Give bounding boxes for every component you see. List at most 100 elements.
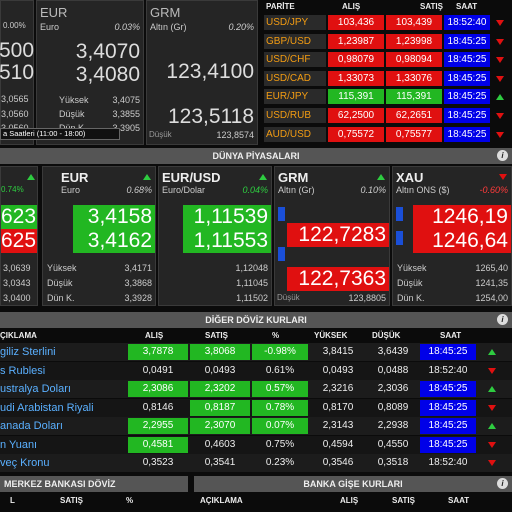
side-letter-a-icon xyxy=(396,207,403,221)
time-value: 18:45:25 xyxy=(444,89,490,105)
tile-grm[interactable]: GRM Altın (Gr) 0.20% 123,4100 123,5118 D… xyxy=(146,0,258,145)
trend-up-icon xyxy=(496,94,504,101)
buy-value: 0,75572 xyxy=(328,126,384,142)
time-value: 18:52:40 xyxy=(428,364,468,376)
low-value: 123,8805 xyxy=(348,293,386,303)
sell-value: 0,4603 xyxy=(204,438,236,450)
parite-row[interactable]: USD/JPY 103,436 103,439 18:52:40 xyxy=(262,14,512,31)
sell-value: 103,439 xyxy=(386,15,442,30)
trend-down-icon xyxy=(496,57,504,64)
sell-value: 3,4080 xyxy=(75,63,140,86)
parite-row[interactable]: USD/RUB 62,2500 62,2651 18:45:25 xyxy=(262,107,512,124)
diger-col-headers: ÇIKLAMA ALIŞ SATIŞ % YÜKSEK DÜŞÜK SAAT xyxy=(0,329,512,342)
high-value: 1265,40 xyxy=(475,263,508,273)
trend-up-icon xyxy=(27,174,35,180)
parite-table: PARİTE ALIŞ SATIŞ SAAT USD/JPY 103,436 103… xyxy=(262,0,512,145)
market-hours-note: a Saatleri (11:00 - 18:00) xyxy=(0,128,120,140)
trend-down-icon xyxy=(488,460,496,466)
currency-name: ustralya Doları xyxy=(0,383,71,395)
trend-down-icon xyxy=(488,367,496,374)
section-title: BANKA GİŞE KURLARI xyxy=(303,479,403,489)
sell-value: 1,23998 xyxy=(386,33,442,49)
low-value: 3,0560 xyxy=(1,109,29,119)
tile-grm-world[interactable]: GRM Altın (Gr) 0.10% 122,7283 122,7363 D… xyxy=(274,166,390,306)
time-value: 18:45:25 xyxy=(444,126,490,142)
table-row[interactable]: ustralya Doları 2,3086 2,3202 0.57% 2,3216 2,… xyxy=(0,380,512,398)
banka-header-bar: BANKA GİŞE KURLARI i xyxy=(194,476,512,492)
tile-code: EUR xyxy=(61,170,89,185)
buy-value: 62,2500 xyxy=(328,108,384,123)
parite-row[interactable]: USD/CHF 0,98079 0,98094 18:45:25 xyxy=(262,51,512,68)
pair-name: USD/CAD xyxy=(264,70,326,86)
col-header-time: SAAT xyxy=(440,331,462,340)
pct-value: 0.75% xyxy=(265,438,295,450)
col-header-l: L xyxy=(10,496,15,505)
sell-value: 3,8068 xyxy=(190,344,250,360)
pair-name: USD/JPY xyxy=(264,15,326,30)
buy-value: 2,2955 xyxy=(128,418,188,434)
time-value: 18:45:25 xyxy=(444,33,490,49)
diger-header-bar: DİĞER DÖVİZ KURLARI i xyxy=(0,312,512,328)
low-value: 2,3036 xyxy=(377,383,409,394)
tile-name: Euro/Dolar xyxy=(162,185,206,195)
buy-value: 2,3086 xyxy=(128,381,188,397)
low-label: Düşük xyxy=(59,109,85,119)
tile-eurusd[interactable]: EUR/USD Euro/Dolar 0.04% 1,11539 1,11553… xyxy=(158,166,272,306)
table-row[interactable]: udi Arabistan Riyali 0,8146 0,8187 0.78% 0,8… xyxy=(0,398,512,417)
table-row[interactable]: anada Doları 2,2955 2,3070 0.07% 2,3143 2,293… xyxy=(0,417,512,435)
tile-code: EUR/USD xyxy=(162,170,221,185)
table-row[interactable]: veç Kronu 0,3523 0,3541 0.23% 0,3546 0,3518 18… xyxy=(0,454,512,472)
info-icon[interactable]: i xyxy=(497,478,508,489)
trend-down-icon xyxy=(496,20,504,26)
close-value: 3,0400 xyxy=(3,293,31,303)
tile-usd-partial[interactable]: 0.00% 500 510 3,0565 3,0560 3,0560 xyxy=(0,0,34,145)
table-row[interactable]: n Yuanı 0,4581 0,4603 0.75% 0,4594 0,4550 18:4… xyxy=(0,435,512,454)
col-header-sell: SATIŞ xyxy=(205,331,228,340)
trend-down-icon xyxy=(496,38,504,45)
col-header-low: DÜŞÜK xyxy=(372,331,401,340)
table-row[interactable]: giliz Sterlini 3,7878 3,8068 -0.98% 3,8415 3,… xyxy=(0,343,512,361)
col-header-pct: % xyxy=(272,331,280,340)
col-header-desc: ÇIKLAMA xyxy=(0,331,37,340)
buy-value: 3,4158 xyxy=(73,205,155,229)
tile-eur-world[interactable]: EUR Euro 0.68% 3,4158 3,4162 Yüksek 3,41… xyxy=(42,166,156,306)
tile-xau[interactable]: XAU Altın ONS ($) -0.60% 1246,19 1246,64… xyxy=(392,166,512,306)
high-value: 1,12048 xyxy=(235,263,268,273)
buy-value: 0,98079 xyxy=(328,52,384,68)
trend-down-icon xyxy=(488,441,496,448)
low-label: Düşük xyxy=(397,278,423,288)
info-icon[interactable]: i xyxy=(497,150,508,161)
tile-name: Altın ONS ($) xyxy=(396,185,450,195)
sell-value: 3,4162 xyxy=(73,229,155,253)
tile-eur[interactable]: EUR Euro 0.03% 3,4070 3,4080 Yüksek 3,40… xyxy=(36,0,144,145)
pct-value: 0.57% xyxy=(252,381,308,397)
buy-value: 0,3523 xyxy=(142,457,174,468)
table-row[interactable]: s Rublesi 0,0491 0,0493 0.61% 0,0493 0,0488 18… xyxy=(0,361,512,380)
parite-row[interactable]: GBP/USD 1,23987 1,23998 18:45:25 xyxy=(262,33,512,50)
pct-value: -0.98% xyxy=(252,344,308,360)
info-icon[interactable]: i xyxy=(497,314,508,325)
parite-row[interactable]: USD/CAD 1,33073 1,33076 18:45:25 xyxy=(262,70,512,87)
high-value: 0,4594 xyxy=(322,438,354,450)
tile-partial[interactable]: 0.74% 623 625 3,0639 3,0343 3,0400 xyxy=(0,166,38,306)
pair-name: AUD/USD xyxy=(264,126,326,142)
sell-value: 122,7363 xyxy=(287,267,389,291)
tile-code: GRM xyxy=(150,5,181,20)
close-value: 1254,00 xyxy=(475,293,508,303)
buy-value: 1,33073 xyxy=(328,70,384,86)
tile-name: Altın (Gr) xyxy=(150,22,187,32)
parite-row[interactable]: EUR/JPY 115,391 115,391 18:45:25 xyxy=(262,88,512,105)
close-label: Dün K. xyxy=(47,293,75,303)
buy-value: 0,4581 xyxy=(128,436,188,453)
high-value: 0,8170 xyxy=(322,401,354,413)
currency-name: n Yuanı xyxy=(0,438,38,451)
high-value: 3,0565 xyxy=(1,94,29,104)
buy-value: 122,7283 xyxy=(287,223,389,247)
currency-name: anada Doları xyxy=(0,420,63,432)
buy-value: 3,7878 xyxy=(128,344,188,360)
currency-name: giliz Sterlini xyxy=(0,346,56,358)
time-value: 18:52:40 xyxy=(428,457,468,468)
dunya-header-bar: DÜNYA PİYASALARI i xyxy=(0,148,512,164)
parite-row[interactable]: AUD/USD 0,75572 0,75577 18:45:25 xyxy=(262,126,512,143)
trend-down-icon xyxy=(488,404,496,411)
